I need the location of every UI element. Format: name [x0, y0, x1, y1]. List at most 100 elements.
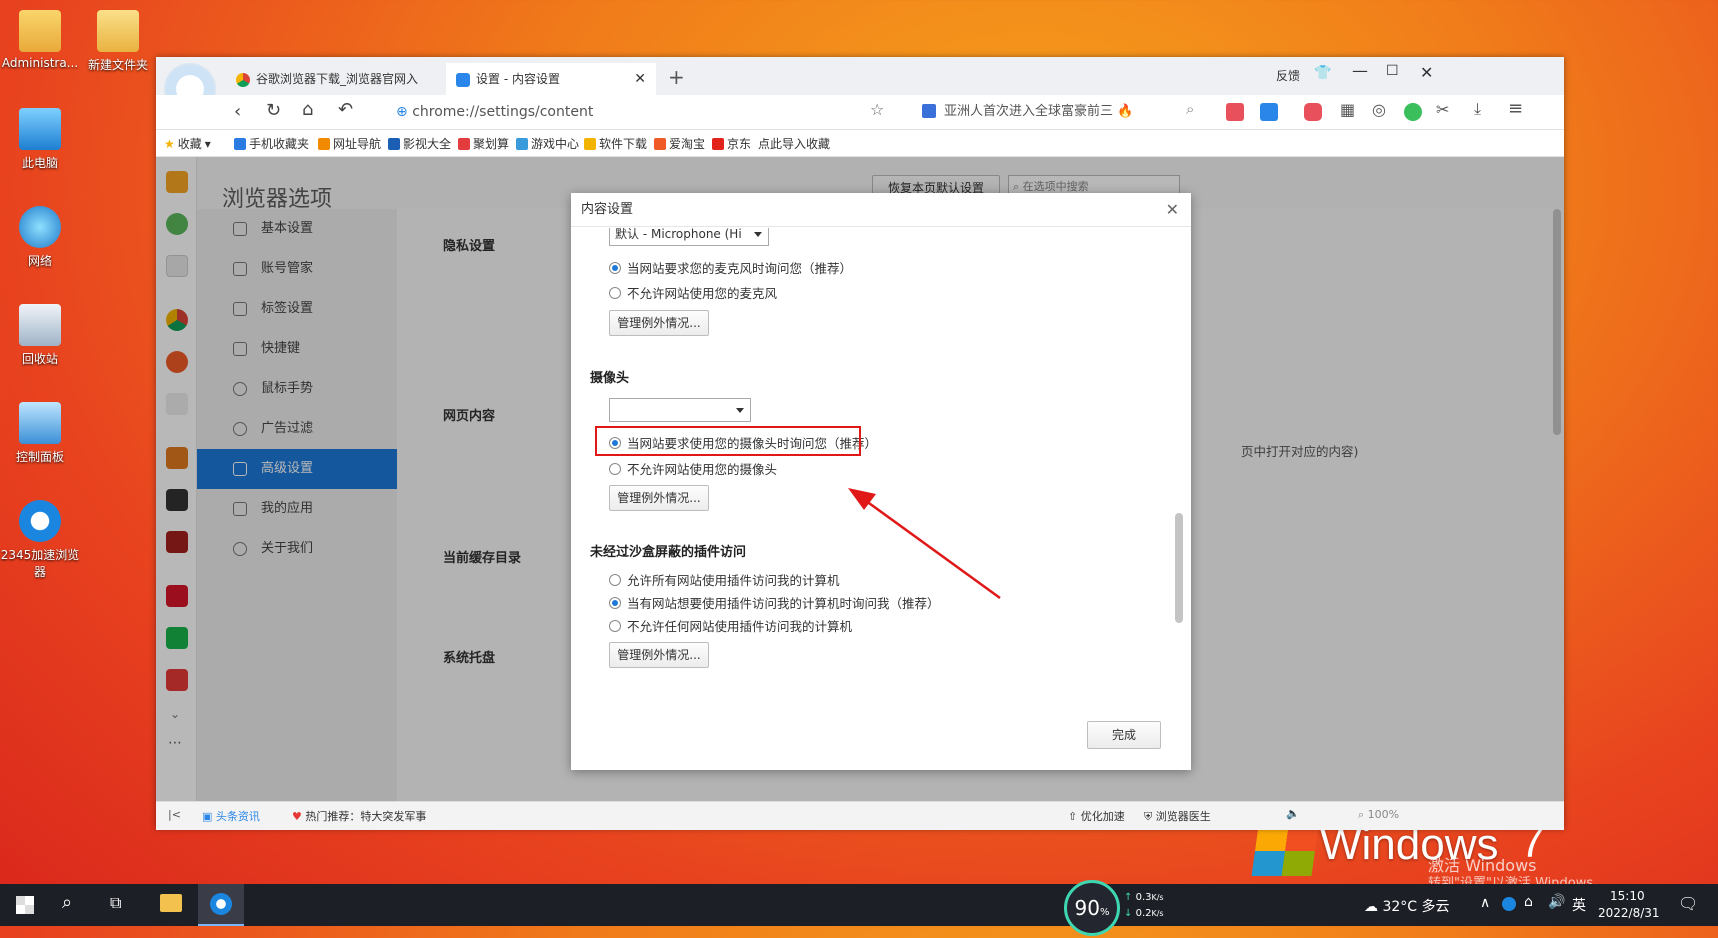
tray-expand-icon[interactable]: ∧ — [1480, 895, 1490, 911]
desktop-icon-2345-browser[interactable]: 2345加速浏览器 — [0, 500, 80, 580]
tray-network-icon[interactable]: ⌂ — [1524, 894, 1533, 910]
plugin-allow-all-radio[interactable]: 允许所有网站使用插件访问我的计算机 — [609, 570, 840, 589]
arrow-head — [848, 488, 876, 510]
screenshot-scissors-icon[interactable]: ✂ — [1436, 100, 1449, 119]
sound-icon[interactable]: 🔈 — [1286, 807, 1300, 820]
maximize-icon[interactable]: ☐ — [1386, 63, 1399, 79]
bookmark-video[interactable]: 影视大全 — [388, 135, 451, 152]
mic-block-radio[interactable]: 不允许网站使用您的麦克风 — [609, 283, 777, 302]
chevron-down-icon: ▾ — [204, 136, 211, 151]
address-text: chrome://settings/content — [412, 104, 594, 120]
bookmark-jd[interactable]: 京东 — [712, 135, 751, 152]
wechat-icon[interactable] — [1404, 103, 1422, 121]
dialog-scrollbar[interactable] — [1175, 513, 1183, 623]
network-monitor-gauge[interactable]: 90% — [1064, 880, 1120, 936]
arrow-shaft — [861, 496, 1001, 600]
desktop-icon-admin[interactable]: Administra... — [0, 10, 80, 70]
search-input[interactable]: 亚洲人首次进入全球富豪前三 🔥 — [944, 100, 1184, 124]
at-icon[interactable]: ◎ — [1372, 100, 1386, 119]
bookmark-software[interactable]: 软件下载 — [584, 135, 647, 152]
heart-icon: ♥ — [292, 810, 302, 823]
download-icon[interactable]: ⤓ — [1474, 99, 1481, 119]
browser-doctor-button[interactable]: ⛨ 浏览器医生 — [1144, 808, 1211, 824]
weather-widget[interactable]: ☁ 32°C 多云 — [1364, 896, 1450, 916]
news-link[interactable]: ▣ 头条资讯 — [202, 808, 260, 824]
mic-manage-exceptions-button[interactable]: 管理例外情况... — [609, 310, 709, 336]
bookmark-taobao[interactable]: 爱淘宝 — [654, 135, 705, 152]
computer-icon — [19, 108, 61, 150]
close-window-icon[interactable]: ✕ — [1420, 63, 1433, 82]
clock-time[interactable]: 15:10 — [1610, 889, 1645, 903]
favorite-star-icon[interactable]: ☆ — [870, 100, 884, 119]
back-icon[interactable]: ‹ — [234, 101, 241, 122]
highlight-box — [595, 426, 861, 456]
camera-select[interactable] — [609, 398, 751, 422]
star-icon: ★ — [164, 136, 175, 151]
plugin-heading: 未经过沙盒屏蔽的插件访问 — [590, 545, 747, 560]
refresh-icon[interactable]: ↻ — [266, 100, 281, 121]
tab-close-icon[interactable]: ✕ — [634, 63, 646, 95]
search-icon[interactable]: ⌕ — [62, 892, 72, 913]
desktop-icon-label: Administra... — [1, 56, 79, 70]
bookmark-nav[interactable]: 网址导航 — [318, 135, 381, 152]
bookmark-mobile[interactable]: 手机收藏夹 — [234, 135, 309, 152]
file-explorer-icon[interactable] — [160, 894, 182, 912]
user-folder-icon — [19, 10, 61, 52]
home-icon[interactable]: ⌂ — [302, 99, 313, 120]
download-speed: ↓ 0.2K/s — [1124, 908, 1164, 919]
search-engine-icon[interactable] — [922, 104, 936, 118]
notification-icon[interactable]: 🗨 — [1678, 894, 1698, 913]
tab-bar: 登录 谷歌浏览器下载_浏览器官网入 设置 - 内容设置 ✕ + 反馈 👕 — ☐… — [156, 57, 1564, 115]
mic-ask-radio[interactable]: 当网站要求您的麦克风时询问您（推荐） — [609, 258, 852, 277]
sidebar-toggle-icon[interactable]: |< — [168, 808, 181, 821]
camera-block-radio[interactable]: 不允许网站使用您的摄像头 — [609, 459, 777, 478]
microphone-select[interactable]: 默认 - Microphone (Hi — [609, 228, 769, 246]
new-tab-button[interactable]: + — [668, 65, 685, 89]
clock-date[interactable]: 2022/8/31 — [1598, 906, 1660, 920]
chevron-down-icon — [754, 232, 762, 237]
undo-close-icon[interactable]: ↶ — [338, 99, 353, 120]
bookmark-favorites[interactable]: ★ 收藏 ▾ — [164, 135, 211, 152]
hot-fire-icon: 🔥 — [1117, 104, 1134, 119]
minimize-icon[interactable]: — — [1352, 61, 1368, 80]
desktop-icon-recycle-bin[interactable]: 回收站 — [0, 304, 80, 367]
desktop-icon-control-panel[interactable]: 控制面板 — [0, 402, 80, 465]
tab-settings-content[interactable]: 设置 - 内容设置 ✕ — [446, 63, 656, 95]
plugin-manage-exceptions-button[interactable]: 管理例外情况... — [609, 642, 709, 668]
radio-indicator — [609, 596, 621, 609]
camera-heading: 摄像头 — [590, 371, 630, 386]
radio-indicator — [609, 573, 621, 586]
feedback-link[interactable]: 反馈 — [1276, 67, 1300, 84]
skin-icon[interactable]: 👕 — [1314, 65, 1331, 81]
optimize-button[interactable]: ⇧ 优化加速 — [1068, 808, 1125, 824]
done-button[interactable]: 完成 — [1087, 721, 1161, 749]
camera-manage-exceptions-button[interactable]: 管理例外情况... — [609, 485, 709, 511]
bookmark-games[interactable]: 游戏中心 — [516, 135, 579, 152]
apps-grid-icon[interactable]: ▦ — [1340, 100, 1355, 119]
translate-icon[interactable] — [1260, 103, 1278, 121]
game-icon[interactable] — [1304, 103, 1322, 121]
search-icon[interactable]: ⌕ — [1186, 100, 1194, 118]
task-view-icon[interactable]: ⧉ — [110, 893, 121, 913]
browser-taskbar-button[interactable] — [198, 884, 244, 926]
plugin-block-radio[interactable]: 不允许任何网站使用插件访问我的计算机 — [609, 616, 852, 635]
start-windows-icon[interactable] — [16, 896, 34, 914]
down-speed-unit: K/s — [1151, 909, 1164, 918]
tray-volume-icon[interactable]: 🔊 — [1548, 894, 1565, 910]
zoom-control[interactable]: ⌕ 100% — [1358, 808, 1399, 822]
software-icon — [584, 137, 596, 150]
hot-recommend-link[interactable]: ♥ 热门推荐：特大突发军事 — [292, 808, 426, 824]
bookmark-import[interactable]: 点此导入收藏 — [758, 135, 830, 152]
desktop-icon-this-pc[interactable]: 此电脑 — [0, 108, 80, 171]
desktop-icon-new-folder[interactable]: 新建文件夹 — [78, 10, 158, 73]
menu-icon[interactable]: ≡ — [1508, 98, 1523, 119]
bookmark-label: 聚划算 — [473, 137, 510, 151]
close-icon[interactable]: ✕ — [1166, 193, 1179, 227]
bookmark-label: 京东 — [727, 137, 752, 151]
bookmark-juhuasuan[interactable]: 聚划算 — [458, 135, 509, 152]
tab-chrome-download[interactable]: 谷歌浏览器下载_浏览器官网入 — [226, 63, 436, 95]
desktop-icon-network[interactable]: 网络 — [0, 206, 80, 269]
shopping-icon[interactable] — [1226, 103, 1244, 121]
ime-indicator[interactable]: 英 — [1572, 895, 1586, 915]
tray-browser-icon[interactable] — [1502, 897, 1516, 911]
